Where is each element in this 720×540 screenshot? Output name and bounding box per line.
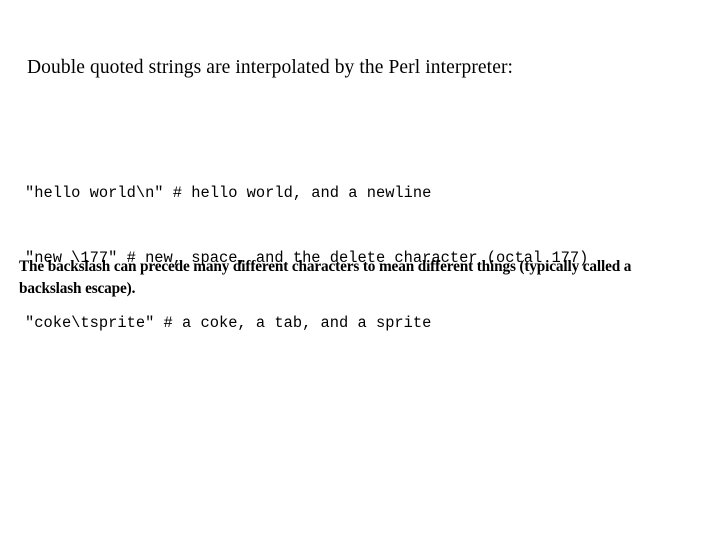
body-paragraph: The backslash can precede many different… [19,258,632,297]
code-line: "coke\tsprite" # a coke, a tab, and a sp… [25,313,432,332]
code-line: "hello world\n" # hello world, and a new… [25,184,432,203]
slide-canvas: Double quoted strings are interpolated b… [0,0,720,540]
slide-heading: Double quoted strings are interpolated b… [27,57,514,78]
